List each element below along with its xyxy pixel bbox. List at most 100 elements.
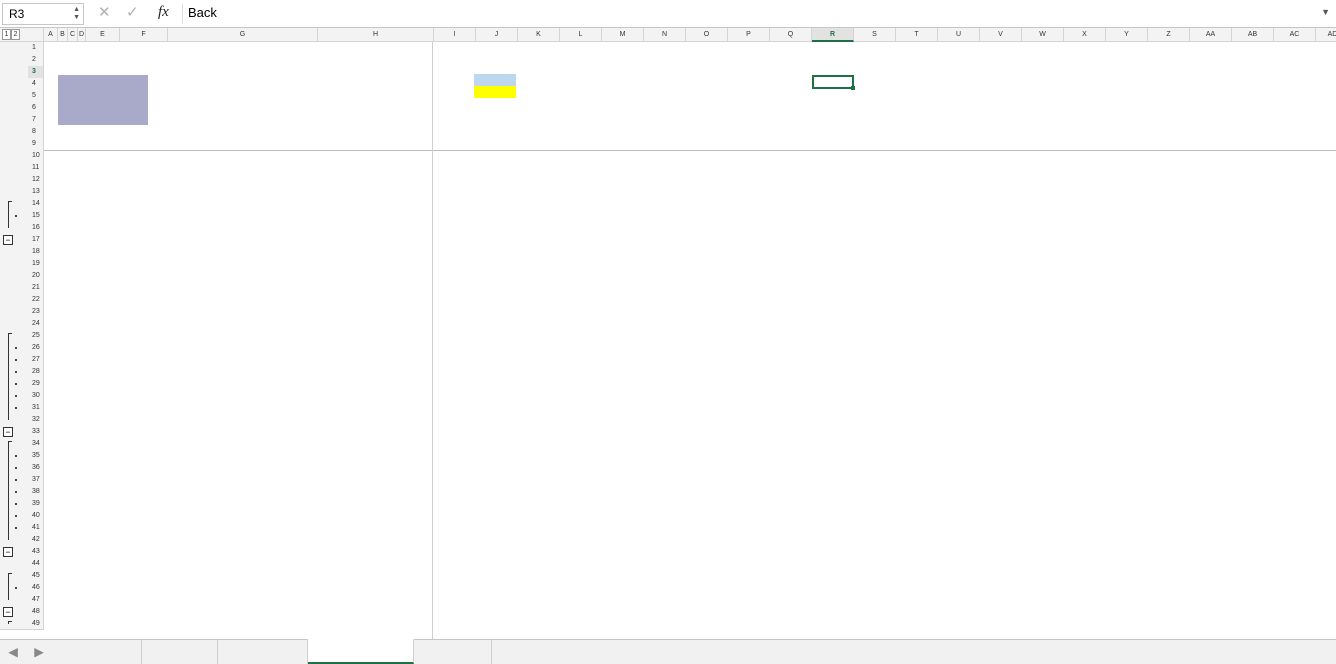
sheet-tab[interactable] [56,640,142,664]
row-header[interactable]: 21 [28,282,44,294]
column-header[interactable]: Q [770,28,812,42]
column-header[interactable]: D [78,28,86,42]
column-header[interactable]: K [518,28,560,42]
name-box-stepper-icon[interactable]: ▲ ▼ [73,6,80,22]
sheet-tab[interactable] [308,639,414,664]
column-header[interactable]: S [854,28,896,42]
column-header[interactable]: A [44,28,58,42]
row-header[interactable]: 36 [28,462,44,474]
row-header[interactable]: 14 [28,198,44,210]
row-header[interactable]: 1 [28,42,44,54]
collapse-group-button[interactable]: − [3,547,13,557]
row-header[interactable]: 12 [28,174,44,186]
column-header[interactable]: E [86,28,120,42]
row-header[interactable]: 49 [28,618,44,630]
column-header[interactable]: AA [1190,28,1232,42]
column-header[interactable]: O [686,28,728,42]
row-header[interactable]: 16 [28,222,44,234]
row-header[interactable]: 22 [28,294,44,306]
row-header[interactable]: 34 [28,438,44,450]
row-header[interactable]: 24 [28,318,44,330]
row-header[interactable]: 5 [28,90,44,102]
sheet-tab[interactable] [218,640,308,664]
column-header[interactable]: T [896,28,938,42]
column-header[interactable]: AD [1316,28,1336,42]
column-header[interactable]: B [58,28,68,42]
row-header[interactable]: 17 [28,234,44,246]
row-header[interactable]: 37 [28,474,44,486]
row-header[interactable]: 27 [28,354,44,366]
scroll-right-icon[interactable]: ▶ [32,640,46,664]
row-header[interactable]: 11 [28,162,44,174]
row-header[interactable]: 13 [28,186,44,198]
column-header[interactable]: Z [1148,28,1190,42]
row-header[interactable]: 2 [28,54,44,66]
row-header[interactable]: 25 [28,330,44,342]
row-header[interactable]: 46 [28,582,44,594]
column-header[interactable]: X [1064,28,1106,42]
back-button[interactable] [812,75,854,89]
sheet-tab[interactable] [142,640,218,664]
column-header[interactable]: F [120,28,168,42]
fx-label[interactable]: fx [158,4,169,21]
row-header[interactable]: 18 [28,246,44,258]
row-header[interactable]: 4 [28,78,44,90]
row-header[interactable]: 19 [28,258,44,270]
row-header[interactable]: 28 [28,366,44,378]
column-header[interactable]: W [1022,28,1064,42]
outline-level-button[interactable]: 2 [11,29,20,40]
column-header[interactable]: P [728,28,770,42]
row-header[interactable]: 31 [28,402,44,414]
row-header[interactable]: 43 [28,546,44,558]
collapse-group-button[interactable]: − [3,235,13,245]
column-header[interactable]: AC [1274,28,1316,42]
selection-handle[interactable] [851,86,855,90]
spreadsheet-grid[interactable]: A B C D E F G H I J K L M N O P Q R S T U V W X Y Z AA AB AC AD 12345… [0,28,1336,639]
row-header[interactable]: 15 [28,210,44,222]
row-header[interactable]: 8 [28,126,44,138]
collapse-group-button[interactable]: − [3,427,13,437]
row-header[interactable]: 26 [28,342,44,354]
sheet-tab[interactable] [414,640,492,664]
row-header[interactable]: 41 [28,522,44,534]
column-header[interactable]: V [980,28,1022,42]
chevron-down-icon[interactable]: ▼ [1321,7,1330,17]
column-header[interactable]: Y [1106,28,1148,42]
column-header[interactable]: N [644,28,686,42]
column-header[interactable]: L [560,28,602,42]
collapse-group-button[interactable]: − [3,607,13,617]
column-header[interactable]: G [168,28,318,42]
column-header[interactable]: AB [1232,28,1274,42]
column-header[interactable]: U [938,28,980,42]
column-header[interactable]: M [602,28,644,42]
row-header[interactable]: 33 [28,426,44,438]
row-header[interactable]: 38 [28,486,44,498]
row-header[interactable]: 10 [28,150,44,162]
row-header[interactable]: 47 [28,594,44,606]
row-header[interactable]: 29 [28,378,44,390]
row-header[interactable]: 42 [28,534,44,546]
outline-level-button[interactable]: 1 [2,29,11,40]
row-header[interactable]: 30 [28,390,44,402]
row-header[interactable]: 35 [28,450,44,462]
column-header[interactable]: J [476,28,518,42]
row-header[interactable]: 40 [28,510,44,522]
name-box[interactable]: R3 ▲ ▼ [2,3,84,25]
row-header[interactable]: 45 [28,570,44,582]
column-header[interactable]: R [812,28,854,42]
formula-input[interactable]: Back [188,5,217,20]
cancel-icon[interactable]: ✕ [98,3,111,21]
row-header[interactable]: 3 [28,66,44,78]
column-header[interactable]: H [318,28,434,42]
row-header[interactable]: 20 [28,270,44,282]
row-header[interactable]: 32 [28,414,44,426]
add-sheet-button[interactable] [492,640,530,664]
column-header[interactable]: C [68,28,78,42]
scroll-left-icon[interactable]: ◀ [6,640,20,664]
row-header[interactable]: 9 [28,138,44,150]
row-header[interactable]: 48 [28,606,44,618]
confirm-icon[interactable]: ✓ [126,3,139,21]
row-header[interactable]: 6 [28,102,44,114]
row-header[interactable]: 7 [28,114,44,126]
row-header[interactable]: 44 [28,558,44,570]
